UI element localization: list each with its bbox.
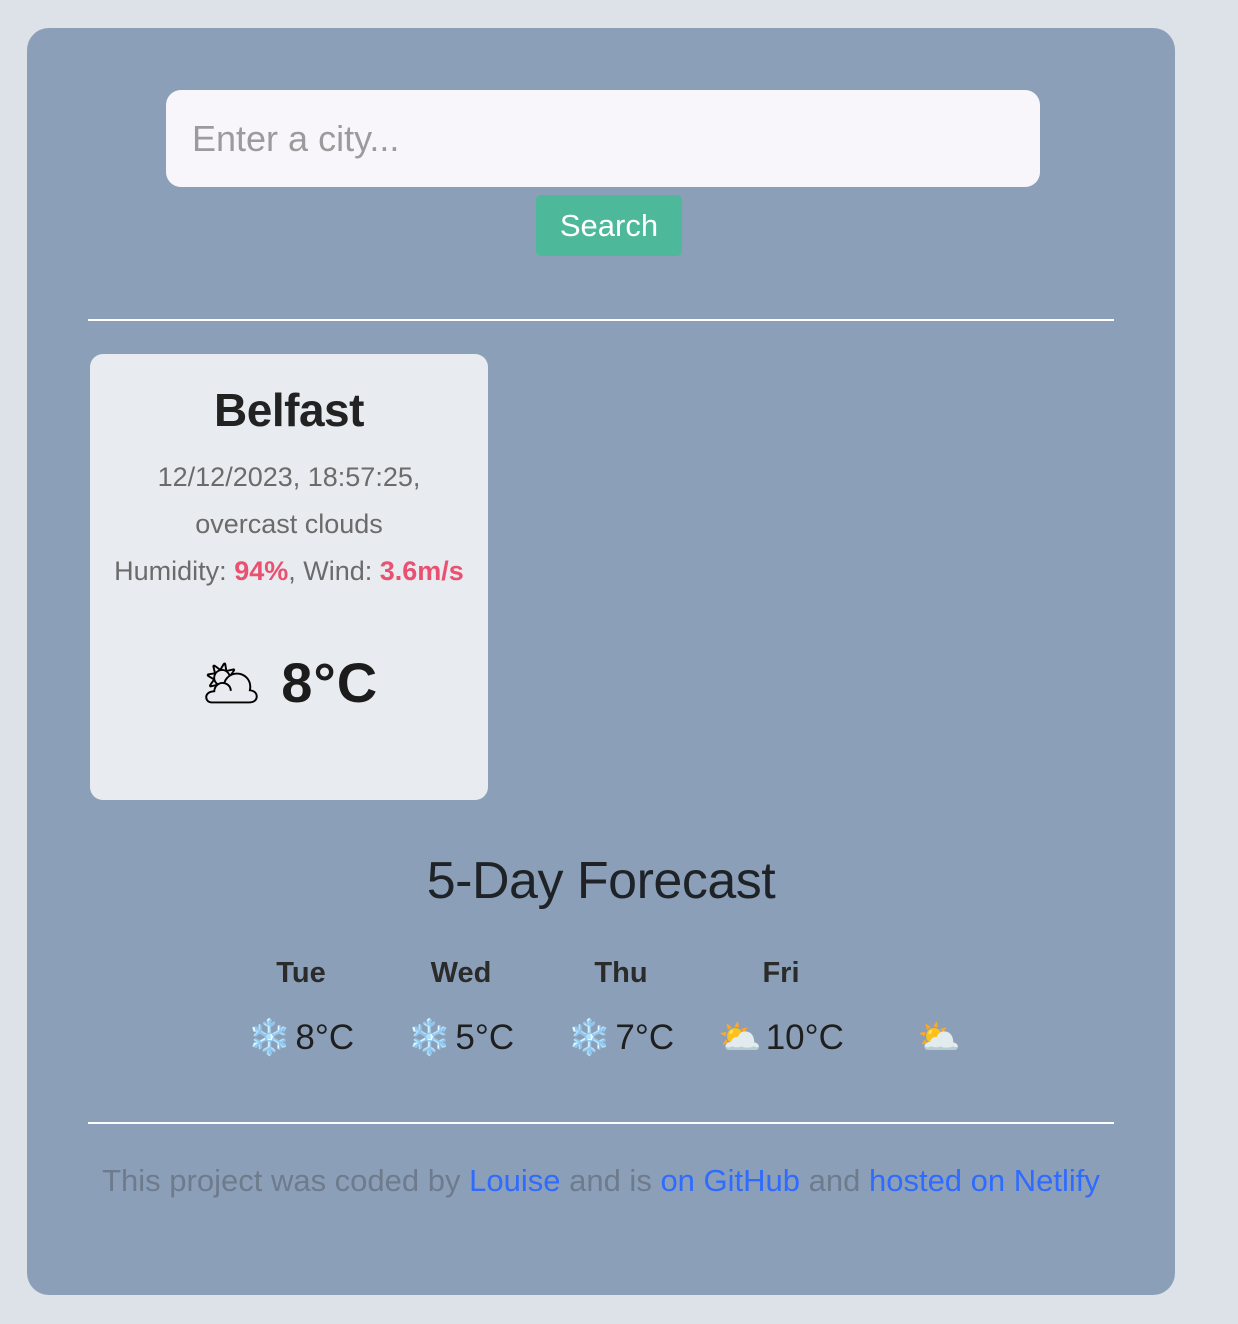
observation-datetime: 12/12/2023, 18:57:25, <box>157 461 421 492</box>
footer-text-2: and is <box>560 1163 661 1198</box>
forecast-temp: 8°C <box>295 1018 355 1057</box>
overcast-clouds-icon: 🌥 <box>199 654 264 711</box>
humidity-value: 94% <box>234 556 289 586</box>
forecast-temp: 5°C <box>455 1018 515 1057</box>
forecast-line: ❄️ 5°C <box>381 1017 541 1058</box>
forecast-row: Tue ❄️ 8°C Wed ❄️ 5°C Thu ❄️ 7°C Fri ⛅ 10°C <box>221 953 1021 1058</box>
sun-behind-cloud-icon: ⛅ <box>718 1018 762 1057</box>
forecast-day-3: Fri ⛅ 10°C <box>701 953 861 1058</box>
forecast-day-4: ⛅ <box>861 953 1021 1058</box>
temperature-unit: °C <box>313 651 379 714</box>
weather-app-panel: Search Belfast 12/12/2023, 18:57:25, ove… <box>27 28 1175 1295</box>
current-temperature: 8°C <box>281 650 378 715</box>
search-button[interactable]: Search <box>536 195 682 256</box>
current-temperature-row: 🌥 8°C <box>90 650 488 715</box>
forecast-line: ⛅ <box>861 1017 1021 1058</box>
temperature-value: 8 <box>281 651 314 714</box>
snowflake-icon: ❄️ <box>247 1018 292 1057</box>
humidity-label: Humidity: <box>114 556 235 586</box>
forecast-line: ❄️ 7°C <box>541 1017 701 1058</box>
forecast-dayname: Thu <box>594 957 648 989</box>
github-link[interactable]: on GitHub <box>660 1163 800 1198</box>
sun-behind-cloud-icon: ⛅ <box>917 1018 961 1057</box>
footer-text-1: This project was coded by <box>102 1163 470 1198</box>
forecast-line: ⛅ 10°C <box>701 1017 861 1058</box>
divider-bottom <box>88 1122 1114 1124</box>
divider-top <box>88 319 1114 321</box>
netlify-link[interactable]: hosted on Netlify <box>869 1163 1100 1198</box>
forecast-dayname <box>861 953 1021 993</box>
forecast-dayname: Tue <box>276 957 326 989</box>
forecast-dayname: Fri <box>762 957 800 989</box>
wind-value: 3.6m/s <box>379 556 464 586</box>
weather-description: overcast clouds <box>195 508 383 539</box>
forecast-dayname: Wed <box>430 957 492 989</box>
current-weather-card: Belfast 12/12/2023, 18:57:25, overcast c… <box>90 354 488 800</box>
author-link[interactable]: Louise <box>469 1163 560 1198</box>
wind-label: , Wind: <box>288 556 380 586</box>
forecast-line: ❄️ 8°C <box>221 1017 381 1058</box>
forecast-heading: 5-Day Forecast <box>426 852 776 910</box>
snowflake-icon: ❄️ <box>567 1018 612 1057</box>
forecast-day-2: Thu ❄️ 7°C <box>541 953 701 1058</box>
weather-details: 12/12/2023, 18:57:25, overcast clouds Hu… <box>108 454 470 596</box>
snowflake-icon: ❄️ <box>407 1018 452 1057</box>
forecast-day-1: Wed ❄️ 5°C <box>381 953 541 1058</box>
city-name: Belfast <box>214 384 364 436</box>
forecast-day-0: Tue ❄️ 8°C <box>221 953 381 1058</box>
forecast-temp: 10°C <box>765 1018 844 1057</box>
search-input[interactable] <box>166 90 1040 187</box>
forecast-temp: 7°C <box>615 1018 675 1057</box>
footer-text-3: and <box>800 1163 869 1198</box>
footer: This project was coded by Louise and is … <box>27 1163 1175 1199</box>
